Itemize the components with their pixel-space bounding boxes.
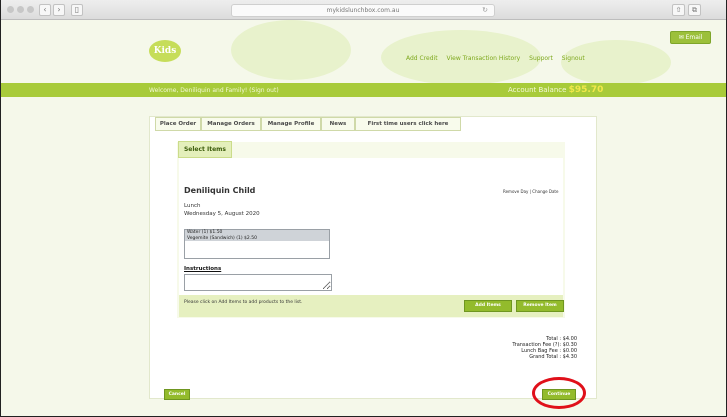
items-listbox[interactable]: Water (1) $1.50 Vegemite (Sandwich) (1) … bbox=[184, 229, 330, 259]
url-text: mykidslunchbox.com.au bbox=[326, 7, 400, 14]
account-balance: Account Balance $95.70 bbox=[508, 85, 603, 95]
share-icon[interactable]: ⇧ bbox=[672, 4, 685, 16]
back-button[interactable]: ‹ bbox=[39, 4, 51, 16]
tab-place-order[interactable]: Place Order bbox=[155, 117, 201, 131]
highlight-annotation bbox=[532, 377, 586, 409]
decor-blob bbox=[561, 40, 671, 85]
instructions-label: Instructions bbox=[184, 266, 222, 272]
transaction-history-link[interactable]: View Transaction History bbox=[447, 55, 521, 62]
add-credit-link[interactable]: Add Credit bbox=[406, 55, 438, 62]
cancel-button[interactable]: Cancel bbox=[164, 389, 190, 400]
signout-link[interactable]: Signout bbox=[562, 55, 585, 62]
forward-button[interactable]: › bbox=[53, 4, 65, 16]
support-link[interactable]: Support bbox=[529, 55, 553, 62]
select-items-title: Select Items bbox=[178, 141, 232, 158]
reload-icon[interactable]: ↻ bbox=[482, 5, 488, 16]
balance-label: Account Balance bbox=[508, 86, 567, 94]
order-totals: Total : $4.00 Transaction Fee (?): $0.30… bbox=[441, 336, 577, 360]
tabs-overview-icon[interactable]: ⧉ bbox=[688, 4, 701, 16]
welcome-text: Welcome, Deniliquin and Family! (Sign ou… bbox=[149, 87, 279, 94]
list-item[interactable]: Vegemite (Sandwich) (1) $2.50 bbox=[185, 235, 329, 241]
top-nav: Add Credit View Transaction History Supp… bbox=[406, 55, 592, 62]
zoom-window-icon[interactable] bbox=[27, 6, 34, 13]
address-bar[interactable]: mykidslunchbox.com.au ↻ bbox=[231, 4, 495, 17]
email-button[interactable]: ✉ Email bbox=[670, 31, 711, 44]
browser-window: ‹ › ▯ mykidslunchbox.com.au ↻ ⇧ ⧉ Kids A… bbox=[0, 0, 727, 417]
balance-value: $95.70 bbox=[568, 85, 604, 95]
tab-manage-orders[interactable]: Manage Orders bbox=[201, 117, 261, 131]
add-items-button[interactable]: Add Items bbox=[464, 300, 512, 312]
remove-change-day-links[interactable]: Remove Day | Change Date bbox=[503, 189, 558, 194]
tab-news[interactable]: News bbox=[321, 117, 355, 131]
grand-total-line: Grand Total : $4.30 bbox=[529, 354, 577, 360]
welcome-bar: Welcome, Deniliquin and Family! (Sign ou… bbox=[1, 83, 726, 97]
add-items-hint: Please click on Add Items to add product… bbox=[184, 300, 303, 305]
close-window-icon[interactable] bbox=[7, 6, 14, 13]
minimize-window-icon[interactable] bbox=[17, 6, 24, 13]
child-name: Deniliquin Child bbox=[184, 186, 256, 195]
site-logo[interactable]: Kids bbox=[149, 40, 181, 62]
remove-item-button[interactable]: Remove Item bbox=[516, 300, 564, 312]
meal-type: Lunch bbox=[184, 203, 201, 209]
tab-manage-profile[interactable]: Manage Profile bbox=[261, 117, 321, 131]
sidebar-icon[interactable]: ▯ bbox=[71, 4, 83, 16]
decor-blob bbox=[231, 20, 351, 80]
browser-toolbar: ‹ › ▯ mykidslunchbox.com.au ↻ ⇧ ⧉ bbox=[1, 0, 726, 20]
instructions-field[interactable] bbox=[184, 274, 332, 291]
order-date: Wednesday 5, August 2020 bbox=[184, 211, 260, 217]
tab-first-time-users[interactable]: First time users click here bbox=[355, 117, 461, 131]
